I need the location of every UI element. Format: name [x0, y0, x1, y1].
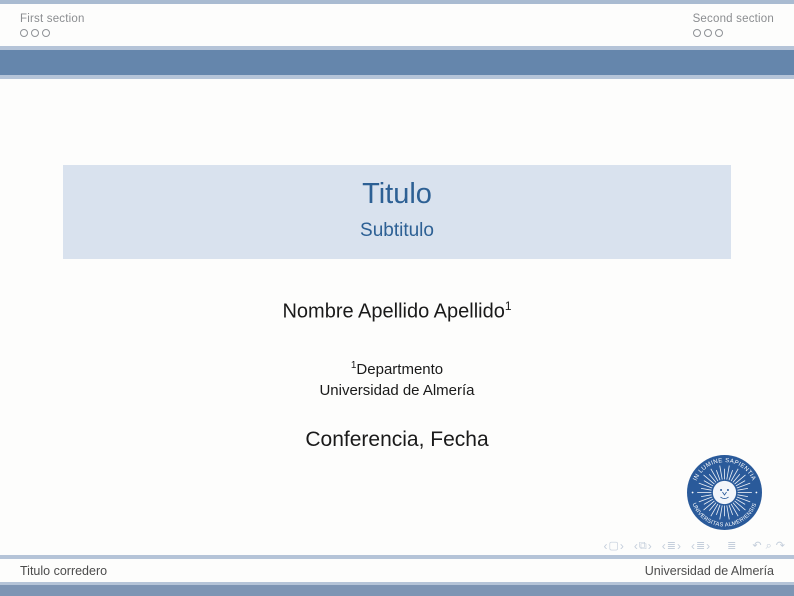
section-link-first[interactable]: First section	[20, 13, 85, 25]
author-name: Nombre Apellido Apellido	[282, 301, 504, 323]
nav-appendix-icon[interactable]: ≣	[727, 539, 736, 553]
nav-back-icon[interactable]: ↶	[752, 539, 761, 553]
slide-dots-first	[20, 29, 85, 37]
seal-sun	[713, 481, 736, 504]
talk-date: Conferencia, Fecha	[0, 428, 794, 452]
slide-subtitle: Subtitulo	[63, 220, 731, 242]
author-line: Nombre Apellido Apellido1	[0, 299, 794, 324]
title-box: Titulo Subtitulo	[63, 165, 731, 259]
slide-title: Titulo	[63, 177, 731, 212]
nav-next-subsection-icon[interactable]: ›	[676, 539, 682, 553]
slide-dot[interactable]	[704, 29, 712, 37]
seal-separator-dot	[692, 492, 694, 494]
beamer-title-slide: First section Second section Titulo Subt…	[0, 0, 794, 596]
section-nav-second: Second section	[693, 13, 774, 37]
navigation-bar: ‹ ▢ › ‹ ⧉ › ‹ ≣ › ‹ ≣ › ≣ ↶ ⌕ ↷	[602, 539, 785, 553]
institute-department-line: 1Departmento	[0, 360, 794, 378]
slide-dot[interactable]	[715, 29, 723, 37]
bottom-accent-bar	[0, 585, 794, 596]
seal-separator-dot	[756, 492, 758, 494]
header-band	[0, 50, 794, 75]
institute-university: Universidad de Almería	[0, 382, 794, 399]
section-link-second[interactable]: Second section	[693, 13, 774, 25]
slide-dot[interactable]	[31, 29, 39, 37]
nav-next-frame-icon[interactable]: ›	[647, 539, 653, 553]
nav-forward-icon[interactable]: ↷	[776, 539, 785, 553]
nav-find-icon[interactable]: ⌕	[766, 539, 772, 553]
nav-next-section-icon[interactable]: ›	[705, 539, 711, 553]
section-nav-first: First section	[20, 13, 85, 37]
slide-dot[interactable]	[693, 29, 701, 37]
footer-short-title: Titulo corredero	[20, 564, 107, 578]
footer: Titulo corredero Universidad de Almería	[0, 559, 794, 582]
institute-department: Departmento	[356, 361, 443, 378]
slide-dot[interactable]	[42, 29, 50, 37]
nav-subsection-icon[interactable]: ≣	[667, 539, 676, 553]
footer-institution: Universidad de Almería	[645, 564, 774, 578]
nav-next-slide-icon[interactable]: ›	[619, 539, 625, 553]
author-affiliation-mark: 1	[505, 299, 512, 313]
nav-frame-icon[interactable]: ⧉	[639, 539, 647, 553]
slide-dots-second	[693, 29, 774, 37]
nav-section-icon[interactable]: ≣	[696, 539, 705, 553]
separator-line	[0, 75, 794, 79]
section-header: First section Second section	[0, 4, 794, 46]
nav-slide-icon[interactable]: ▢	[608, 539, 618, 553]
university-seal: IN LUMINE SAPIENTIA UNIVERSITAS ALMERIEN…	[686, 454, 763, 531]
slide-dot[interactable]	[20, 29, 28, 37]
